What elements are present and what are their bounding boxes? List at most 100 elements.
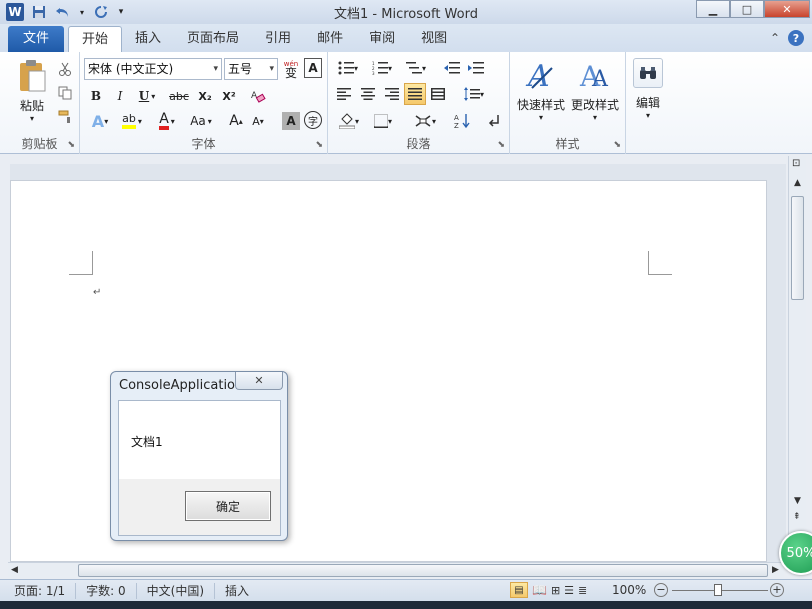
shrink-font-glyph: A [252,114,260,128]
previous-page-icon[interactable]: ⇞ [793,512,801,522]
taskbar-edge [0,601,812,609]
show-marks-icon[interactable] [484,110,504,132]
font-size-combo[interactable]: 五号 ▾ [224,58,278,80]
distributed-icon[interactable] [428,84,448,104]
chinese-layout-icon[interactable]: ▾ [410,110,440,132]
font-color-button[interactable]: A ▾ [152,110,182,132]
strikethrough-button[interactable]: abc [166,86,192,106]
change-case-dropdown-icon: ▾ [207,116,212,126]
scroll-right-arrow[interactable]: ▶ [772,565,779,575]
print-layout-view-icon[interactable]: ▤ [510,582,528,598]
paste-dropdown-icon: ▾ [29,114,34,123]
tab-home[interactable]: 开始 [68,26,123,52]
margin-corner-top-right [648,251,672,275]
superscript-button[interactable]: X² [218,86,240,106]
highlight-button[interactable]: ab ▾ [116,110,148,132]
cut-icon[interactable] [56,60,74,78]
styles-launcher-icon[interactable]: ⬊ [613,140,621,150]
paste-button[interactable]: 粘贴 ▾ [10,56,54,126]
borders-icon[interactable]: ▾ [368,110,398,132]
increase-indent-icon[interactable] [466,58,486,78]
vertical-scrollbar[interactable]: ⊡ ▲ ▼ ⇞ [788,156,806,562]
bold-button[interactable]: B [86,86,106,106]
maximize-button[interactable]: □ [730,0,764,18]
sort-icon[interactable]: AZ [452,110,472,132]
collapse-ribbon-icon[interactable]: ⌃ [770,31,780,45]
vertical-scroll-thumb[interactable] [791,196,804,300]
format-painter-icon[interactable] [56,108,74,126]
zoom-in-icon[interactable]: + [770,583,784,597]
status-word-count[interactable]: 字数: 0 [76,582,137,599]
enclose-char-icon[interactable]: 字 [304,111,322,129]
help-icon[interactable]: ? [788,30,804,46]
tab-review[interactable]: 审阅 [356,26,408,52]
view-buttons: ▤ 📖 ⊞ ☰ ≣ [510,582,587,598]
web-layout-icon[interactable]: ⊞ [551,584,560,597]
ok-button[interactable]: 确定 [185,491,271,521]
numbering-icon[interactable]: 1 2 3 ▾ [368,58,396,78]
full-screen-reading-icon[interactable]: 📖 [532,583,547,597]
change-case-button[interactable]: Aa ▾ [186,110,216,132]
tab-mailings[interactable]: 邮件 [304,26,356,52]
tab-page-layout[interactable]: 页面布局 [174,26,252,52]
change-styles-label: 更改样式 [570,98,619,112]
zoom-level[interactable]: 100% [612,583,646,597]
copy-icon[interactable] [56,84,74,102]
align-left-icon[interactable] [334,84,354,104]
scroll-up-arrow[interactable]: ▲ [794,178,801,188]
change-styles-button[interactable]: AA 更改样式 ▾ [568,54,622,126]
phonetic-guide-icon[interactable]: wén 变 [280,57,302,81]
subscript-button[interactable]: X₂ [194,86,216,106]
bullets-icon[interactable]: ▾ [334,58,362,78]
editing-button[interactable]: 编辑 ▾ [630,54,666,124]
italic-button[interactable]: I [110,86,130,106]
char-border-icon[interactable]: A [304,58,322,78]
zoom-slider-thumb[interactable] [714,584,722,596]
quick-styles-button[interactable]: A 快速样式 ▾ [514,54,568,126]
text-effects-button[interactable]: A ▾ [86,110,114,132]
shrink-font-icon[interactable]: A ▾ [248,110,268,132]
outline-view-icon[interactable]: ☰ [564,584,574,597]
font-group-label: 字体 [191,137,216,151]
multilevel-list-icon[interactable]: ▾ [402,58,430,78]
font-launcher-icon[interactable]: ⬊ [315,140,323,150]
dialog-close-button[interactable]: ✕ [235,372,283,390]
status-page[interactable]: 页面: 1/1 [0,582,77,599]
underline-button[interactable]: U ▾ [134,86,160,106]
horizontal-scroll-thumb[interactable] [78,564,768,577]
horizontal-scrollbar[interactable]: ◀ ▶ [8,562,784,578]
decrease-indent-icon[interactable] [442,58,462,78]
title-bar: W ▾ ▾ 文档1 - Microsoft Word ▁ □ ✕ [0,0,812,24]
window-title: 文档1 - Microsoft Word [334,7,478,22]
minimize-button[interactable]: ▁ [696,0,730,18]
font-name-combo[interactable]: 宋体 (中文正文) ▾ [84,58,222,80]
clear-formatting-icon[interactable]: A [248,86,268,106]
tab-view[interactable]: 视图 [408,26,460,52]
tab-file[interactable]: 文件 [8,26,64,52]
char-shading-icon[interactable]: A [282,112,300,130]
zoom-out-icon[interactable]: − [654,583,668,597]
align-center-icon[interactable] [358,84,378,104]
draft-view-icon[interactable]: ≣ [578,584,587,597]
ruler-toggle-icon[interactable]: ⊡ [792,158,800,169]
shading-icon[interactable]: ▾ [334,110,364,132]
styles-group-label: 样式 [555,137,580,151]
svg-text:Z: Z [454,122,459,129]
svg-text:A: A [525,59,550,92]
status-insert-mode[interactable]: 插入 [215,583,259,599]
line-spacing-icon[interactable]: ▾ [460,84,488,104]
close-button[interactable]: ✕ [764,0,810,18]
quick-styles-label: 快速样式 [516,98,565,112]
tab-insert[interactable]: 插入 [122,26,174,52]
scroll-down-arrow[interactable]: ▼ [794,496,801,506]
paragraph-launcher-icon[interactable]: ⬊ [497,140,505,150]
scroll-left-arrow[interactable]: ◀ [11,565,18,575]
justify-icon[interactable] [404,83,426,105]
tab-references[interactable]: 引用 [252,26,304,52]
status-language[interactable]: 中文(中国) [137,582,216,599]
clipboard-launcher-icon[interactable]: ⬊ [67,140,75,150]
svg-text:A: A [454,114,459,122]
grow-font-icon[interactable]: A ▴ [226,110,246,132]
highlight-dropdown-icon: ▾ [137,116,142,126]
align-right-icon[interactable] [382,84,402,104]
